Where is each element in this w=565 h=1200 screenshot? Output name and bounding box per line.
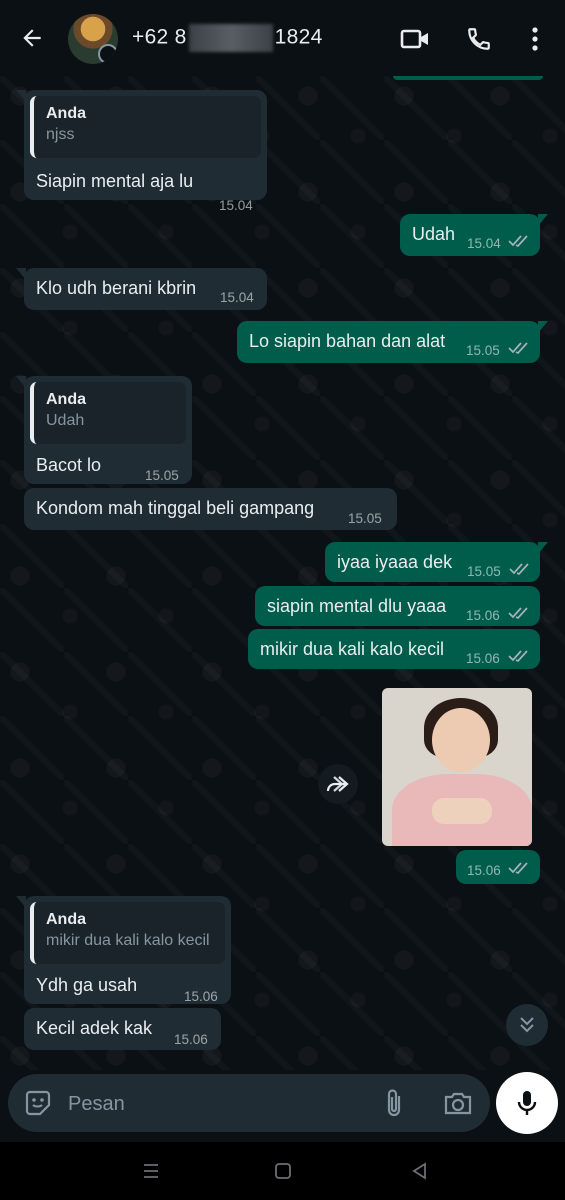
camera-icon[interactable]: [442, 1087, 474, 1119]
quoted-text: njss: [46, 126, 75, 143]
message-time: 15.05: [467, 564, 501, 579]
message-text: mikir dua kali kalo kecil: [260, 639, 445, 659]
message-text: Siapin mental aja lu: [36, 171, 194, 191]
quoted-sender: Anda: [46, 911, 86, 928]
read-ticks-icon: [508, 862, 528, 875]
image-caption-bubble[interactable]: 15.06: [456, 850, 540, 884]
quoted-sender: Anda: [46, 105, 86, 122]
chat-header: +62 8 1824: [0, 0, 565, 76]
message-bubble-incoming[interactable]: Anda njss Siapin mental aja lu 15.04: [16, 90, 267, 213]
video-call-icon[interactable]: [398, 22, 432, 56]
read-ticks-icon: [508, 607, 528, 620]
sticker-icon[interactable]: [22, 1087, 54, 1119]
message-bubble-outgoing[interactable]: mikir dua kali kalo kecil 15.06: [248, 629, 540, 669]
message-time: 15.06: [467, 863, 501, 878]
redaction-block: [188, 24, 273, 52]
scroll-to-bottom-button[interactable]: [506, 1004, 548, 1046]
message-text: Udah: [412, 224, 456, 244]
message-bubble-outgoing[interactable]: Udah 15.04: [400, 214, 548, 256]
message-text: iyaa iyaaa dek: [337, 552, 453, 572]
system-nav-bar: [0, 1142, 565, 1200]
message-time: 15.05: [145, 468, 179, 483]
quoted-text: Udah: [46, 412, 85, 429]
back-nav-icon[interactable]: [404, 1156, 434, 1186]
back-arrow-icon[interactable]: [14, 20, 50, 56]
message-input[interactable]: Pesan: [8, 1074, 490, 1132]
attach-icon[interactable]: [378, 1087, 410, 1119]
quoted-message[interactable]: Anda Udah: [30, 382, 186, 444]
mic-button[interactable]: [496, 1072, 558, 1134]
quoted-sender: Anda: [46, 391, 86, 408]
message-time: 15.06: [466, 608, 500, 623]
quoted-text: mikir dua kali kalo kecil: [46, 932, 210, 949]
contact-avatar[interactable]: [68, 14, 118, 64]
composer-bar: Pesan: [0, 1070, 565, 1142]
home-icon[interactable]: [268, 1156, 298, 1186]
image-content: [432, 798, 492, 824]
message-text: siapin mental dlu yaaa: [267, 596, 447, 616]
image-message[interactable]: [382, 688, 532, 846]
contact-number-suffix: 1824: [274, 25, 323, 49]
message-time: 15.04: [467, 236, 501, 251]
message-text: Kondom mah tinggal beli gampang: [36, 498, 315, 518]
image-content: [432, 708, 490, 772]
message-bubble-incoming[interactable]: Anda mikir dua kali kalo kecil Ydh ga us…: [16, 896, 231, 1004]
message-placeholder: Pesan: [68, 1093, 125, 1115]
message-bubble-incoming[interactable]: Klo udh berani kbrin 15.04: [16, 268, 267, 310]
message-bubble-incoming[interactable]: Anda Udah Bacot lo 15.05: [16, 376, 192, 484]
message-time: 15.04: [219, 198, 253, 213]
mic-icon: [517, 1091, 537, 1115]
read-ticks-icon: [508, 342, 528, 355]
message-text: Lo siapin bahan dan alat: [249, 331, 446, 351]
forward-icon[interactable]: [318, 764, 358, 804]
message-time: 15.06: [184, 989, 218, 1004]
read-ticks-icon: [508, 235, 528, 248]
message-text: Klo udh berani kbrin: [36, 278, 197, 298]
message-time: 15.06: [466, 651, 500, 666]
double-chevron-down-icon: [520, 1017, 534, 1033]
quoted-message[interactable]: Anda mikir dua kali kalo kecil: [30, 902, 225, 964]
contact-number-prefix: +62 8: [132, 25, 187, 49]
more-vert-icon[interactable]: [518, 22, 552, 56]
contact-name[interactable]: +62 8 1824: [132, 24, 323, 52]
message-text: Kecil adek kak: [36, 1018, 153, 1038]
status-ring-icon: [98, 44, 118, 64]
message-bubble-outgoing[interactable]: iyaa iyaaa dek 15.05: [325, 542, 548, 582]
message-time: 15.05: [348, 511, 382, 526]
message-bubble-incoming[interactable]: Kondom mah tinggal beli gampang 15.05: [24, 488, 397, 530]
message-bubble-outgoing[interactable]: Lo siapin bahan dan alat 15.05: [237, 321, 548, 363]
recent-apps-icon[interactable]: [136, 1156, 166, 1186]
message-bubble-outgoing[interactable]: siapin mental dlu yaaa 15.06: [255, 586, 540, 626]
quoted-message[interactable]: Anda njss: [30, 96, 261, 158]
message-time: 15.04: [220, 290, 254, 305]
previous-message-edge: [393, 76, 543, 80]
read-ticks-icon: [509, 563, 529, 576]
message-text: Ydh ga usah: [36, 975, 138, 995]
message-time: 15.05: [466, 343, 500, 358]
message-time: 15.06: [174, 1032, 208, 1047]
message-list[interactable]: Anda njss Siapin mental aja lu 15.04 Uda…: [0, 76, 565, 1070]
read-ticks-icon: [508, 650, 528, 663]
phone-icon[interactable]: [462, 22, 496, 56]
message-text: Bacot lo: [36, 455, 102, 475]
message-bubble-incoming[interactable]: Kecil adek kak 15.06: [24, 1008, 221, 1050]
